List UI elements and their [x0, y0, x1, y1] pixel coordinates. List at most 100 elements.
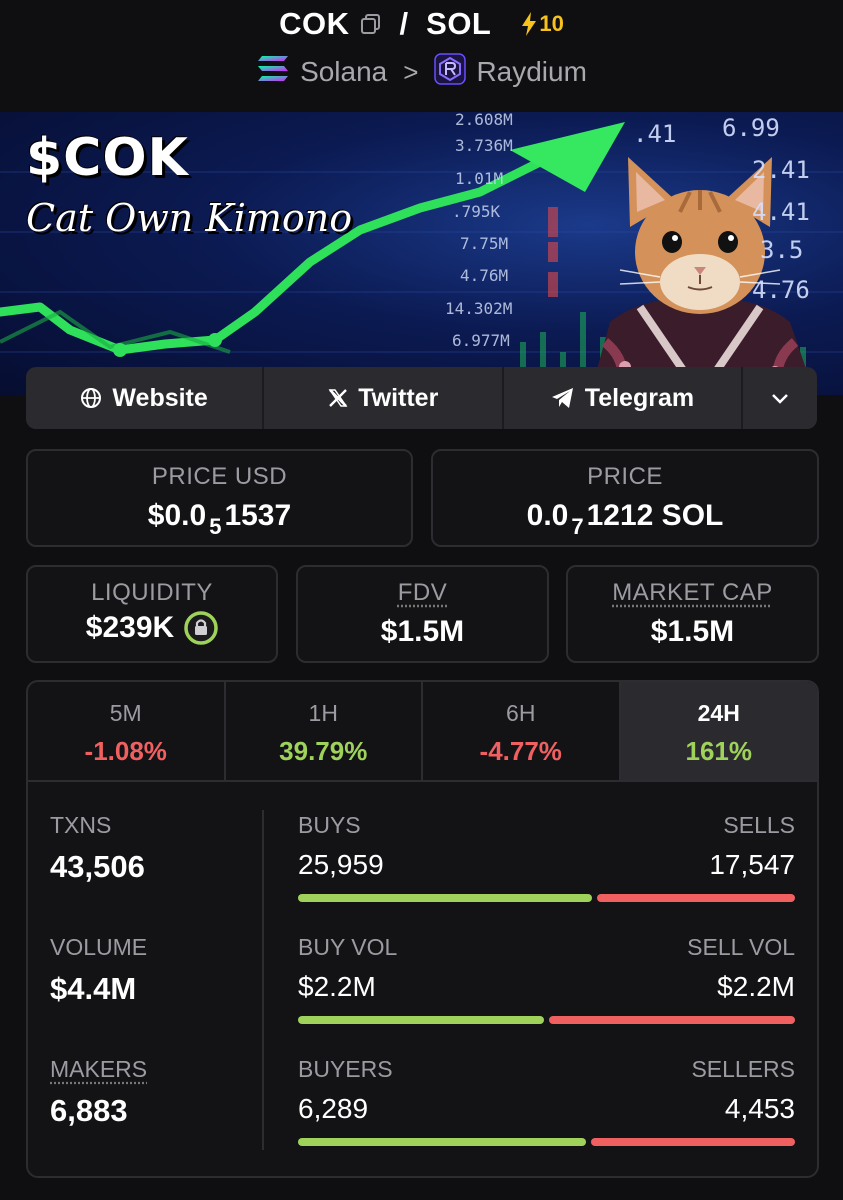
tab-label: 1H [308, 700, 338, 726]
banner-tick: 3.5 [760, 236, 804, 264]
banner-tick: 2.41 [752, 156, 810, 184]
txns-stat: TXNS 43,506 [50, 812, 145, 885]
volume-label: VOLUME [50, 934, 148, 960]
sell-vol-value: $2.2M [717, 971, 795, 1002]
buyers-value: 6,289 [298, 1093, 369, 1124]
price-usd-card: PRICE USD $0.0 5 1537 [26, 449, 413, 547]
chain-name[interactable]: Solana [300, 56, 387, 88]
txns-value: 43,506 [50, 849, 145, 884]
price-usd-value: $0.0 5 1537 [28, 499, 411, 539]
makers-label[interactable]: MAKERS [50, 1056, 147, 1083]
buys-value: 25,959 [298, 849, 384, 880]
website-label: Website [112, 383, 208, 412]
price-usd-label: PRICE USD [151, 463, 288, 490]
pair-title-row: COK / SOL 10 [0, 4, 843, 44]
banner-tick: .795K [452, 202, 501, 221]
fdv-value: $1.5M [380, 615, 465, 648]
buy-bar [298, 894, 592, 902]
tab-24h[interactable]: 24H 161% [620, 682, 817, 780]
fdv-label[interactable]: FDV [298, 579, 547, 607]
liquidity-label: LIQUIDITY [91, 579, 213, 606]
twitter-button[interactable]: Twitter [264, 367, 505, 429]
sell-bar [549, 1016, 795, 1024]
banner-title: $COK [26, 128, 189, 188]
raydium-icon [434, 52, 467, 92]
tab-label: 6H [506, 700, 536, 726]
buy-vol-value: $2.2M [298, 971, 376, 1002]
banner-tick: .41 [633, 120, 677, 148]
tab-label: 5M [109, 700, 142, 726]
globe-icon [81, 388, 102, 408]
trading-stats-panel: 5M -1.08% 1H 39.79% 6H -4.77% 24H 161% T… [26, 680, 819, 1178]
sellers-label: SELLERS [691, 1056, 795, 1082]
token-banner-image: $COK Cat Own Kimono 2.608M 3.736M 1.01M … [0, 112, 843, 395]
tab-5m[interactable]: 5M -1.08% [28, 682, 226, 780]
buy-bar [298, 1138, 586, 1146]
social-links-bar: Website Twitter Telegram [26, 367, 817, 429]
banner-tick: 4.76 [752, 276, 810, 304]
token-symbol: COK [279, 6, 350, 41]
banner-tick: 4.76M [460, 266, 509, 285]
volume-ratio-bar [298, 1016, 795, 1024]
pair-header: COK / SOL 10 Solana > Raydium [0, 0, 843, 112]
tab-6h[interactable]: 6H -4.77% [423, 682, 621, 780]
buyers-label: BUYERS [298, 1056, 393, 1082]
tab-1h[interactable]: 1H 39.79% [226, 682, 423, 780]
txns-label: TXNS [50, 812, 112, 838]
quote-symbol: SOL [426, 6, 492, 41]
chevron-down-icon [771, 394, 788, 404]
volume-value: $4.4M [50, 971, 137, 1006]
price-native-prefix: 0.0 [526, 499, 569, 532]
lock-icon[interactable] [184, 611, 218, 645]
telegram-label: Telegram [584, 383, 695, 412]
price-change-value: 39.79% [279, 736, 368, 766]
buys-sells-stat: BUYS SELLS 25,959 17,547 [298, 812, 795, 912]
banner-tick: 4.41 [752, 198, 810, 226]
boost-badge[interactable]: 10 [521, 11, 564, 37]
sells-label: SELLS [723, 812, 795, 838]
tab-label: 24H [697, 700, 740, 726]
price-native-card: PRICE 0.0 7 1212 SOL [431, 449, 819, 547]
sellers-value: 4,453 [724, 1093, 795, 1124]
liquidity-card: LIQUIDITY $239K [26, 565, 278, 663]
makers-value: 6,883 [50, 1093, 128, 1128]
solana-icon [256, 54, 290, 91]
makers-stat: MAKERS 6,883 [50, 1056, 147, 1129]
price-native-label: PRICE [587, 463, 663, 490]
telegram-button[interactable]: Telegram [504, 367, 743, 429]
price-native-zero-count: 7 [571, 514, 584, 539]
boost-count: 10 [539, 11, 564, 36]
website-button[interactable]: Website [26, 367, 265, 429]
price-usd-zero-count: 5 [209, 514, 222, 539]
breadcrumb-separator: > [403, 56, 419, 87]
timeframe-tabs: 5M -1.08% 1H 39.79% 6H -4.77% 24H 161% [28, 682, 817, 782]
fdv-card: FDV $1.5M [296, 565, 549, 663]
buyers-ratio-bar [298, 1138, 795, 1146]
chain-breadcrumb: Solana > Raydium [0, 52, 843, 92]
copy-icon[interactable] [360, 13, 382, 35]
twitter-label: Twitter [358, 383, 439, 412]
market-cap-card: MARKET CAP $1.5M [566, 565, 819, 663]
buys-sells-ratio-bar [298, 894, 795, 902]
market-cap-label[interactable]: MARKET CAP [568, 579, 817, 607]
price-usd-digits: 1537 [224, 499, 292, 532]
price-change-value: -1.08% [84, 736, 167, 766]
banner-subtitle: Cat Own Kimono [26, 196, 353, 240]
buys-label: BUYS [298, 812, 361, 838]
dex-name[interactable]: Raydium [476, 56, 586, 88]
banner-tick: 14.302M [445, 299, 513, 318]
sell-bar [591, 1138, 795, 1146]
sells-value: 17,547 [709, 849, 795, 880]
more-links-dropdown[interactable] [743, 367, 817, 429]
liquidity-value: $239K [85, 611, 175, 644]
market-cap-value: $1.5M [650, 615, 735, 648]
price-native-digits: 1212 SOL [586, 499, 724, 532]
banner-tick: 3.736M [455, 136, 513, 155]
buy-bar [298, 1016, 544, 1024]
telegram-icon [551, 388, 573, 408]
pair-separator: / [399, 6, 409, 41]
liquidity-value-row: $239K [28, 611, 276, 645]
banner-tick: 6.99 [722, 114, 780, 142]
price-change-value: -4.77% [479, 736, 562, 766]
buy-vol-label: BUY VOL [298, 934, 398, 960]
